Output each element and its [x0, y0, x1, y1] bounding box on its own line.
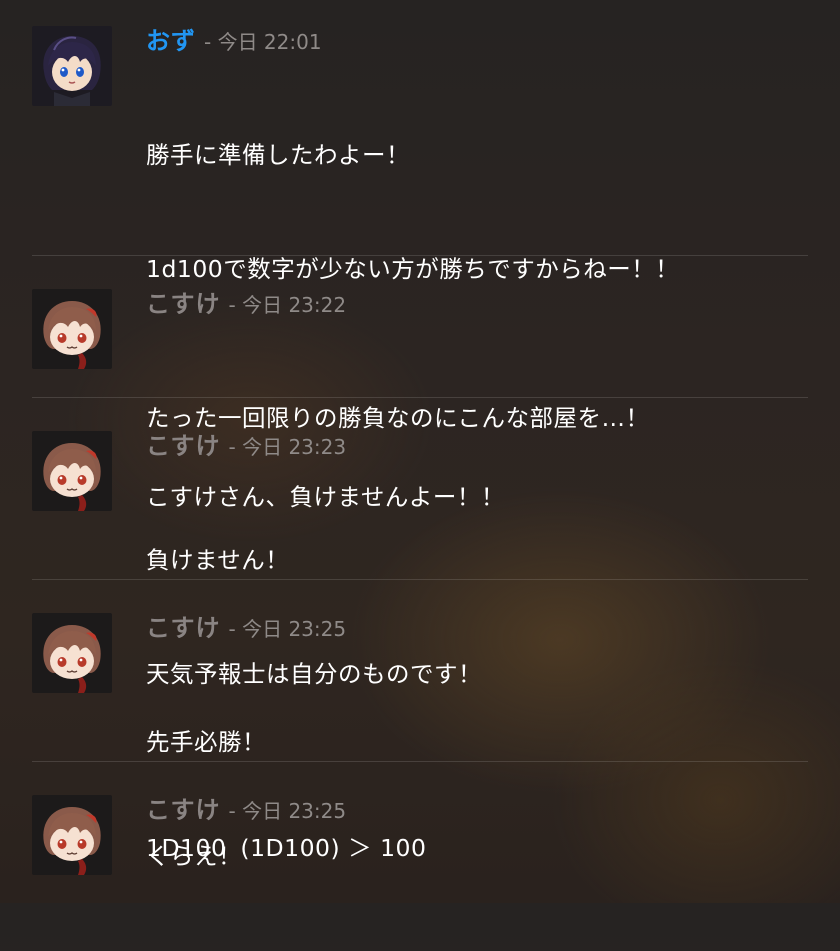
timestamp: - 今日 23:23 [228, 435, 347, 459]
author-name[interactable]: こすけ [146, 613, 221, 643]
message-line: 負けません！ [146, 546, 290, 574]
author-name[interactable]: おず [146, 26, 196, 56]
timestamp: - 今日 22:01 [204, 30, 322, 54]
kosuke-avatar-icon [32, 795, 112, 875]
message-header: おず - 今日 22:01 [146, 26, 808, 56]
message-line: 勝手に準備したわよー！ [146, 141, 410, 169]
timestamp: - 今日 23:25 [228, 617, 347, 641]
message-header: こすけ - 今日 23:23 [146, 431, 808, 461]
avatar[interactable] [32, 795, 112, 875]
message-header: こすけ - 今日 23:22 [146, 289, 808, 319]
chat-message: おず - 今日 22:01 勝手に準備したわよー！ 1d100で数字が少ない方が… [32, 0, 808, 511]
chat-message: こすけ - 今日 23:22 たった一回限りの勝負なのにこんな部屋を…！ [32, 256, 808, 432]
chat-log: おず - 今日 22:01 勝手に準備したわよー！ 1d100で数字が少ない方が… [32, 0, 808, 903]
message-header: こすけ - 今日 23:25 [146, 613, 808, 643]
kosuke-avatar-icon [32, 431, 112, 511]
dice-roll-result: 1D100 (1D100) ＞ 100 [146, 829, 808, 867]
avatar[interactable] [32, 431, 112, 511]
timestamp: - 今日 23:25 [228, 799, 347, 823]
author-name[interactable]: こすけ [146, 289, 221, 319]
avatar[interactable] [32, 26, 112, 106]
oz-avatar-icon [32, 26, 112, 106]
dice-command: 1D100 [146, 834, 227, 862]
kosuke-avatar-icon [32, 613, 112, 693]
avatar[interactable] [32, 613, 112, 693]
timestamp: - 今日 23:22 [228, 293, 347, 317]
author-name[interactable]: こすけ [146, 431, 221, 461]
message-header: こすけ - 今日 23:25 [146, 795, 808, 825]
chat-message: こすけ - 今日 23:25 1D100 (1D100) ＞ 100 [32, 762, 808, 903]
chat-message: こすけ - 今日 23:25 先手必勝！ くらえ！ [32, 580, 808, 870]
author-name[interactable]: こすけ [146, 795, 221, 825]
chat-message: こすけ - 今日 23:23 負けません！ 天気予報士は自分のものです！ [32, 398, 808, 688]
message-line: 先手必勝！ [146, 728, 266, 756]
avatar[interactable] [32, 289, 112, 369]
message-content: こすけ - 今日 23:25 1D100 (1D100) ＞ 100 [146, 795, 808, 867]
kosuke-avatar-icon [32, 289, 112, 369]
dice-result: (1D100) ＞ 100 [240, 834, 427, 862]
